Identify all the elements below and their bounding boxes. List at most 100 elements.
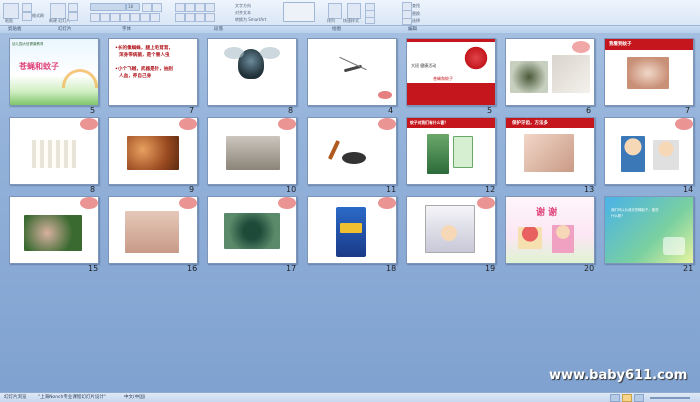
slide-note: 什么呢？ — [611, 214, 625, 218]
slide-text-line: 人血，养自己身 — [119, 74, 152, 79]
site-watermark: www.baby611.com — [549, 368, 688, 383]
slide-text-line: 浑身带病菌，是个害人虫 — [119, 53, 170, 58]
group-clipboard: 剪贴板 — [8, 27, 22, 32]
slide-number: 16 — [187, 264, 198, 273]
shrink-font-icon[interactable] — [152, 3, 162, 12]
replace-label[interactable]: 替换 — [412, 11, 420, 17]
char-spacing-icon[interactable] — [150, 13, 160, 22]
quick-styles-label: 快速样式 — [343, 18, 359, 23]
slide-header: 我们可以为消灭苍蝇蚊子，做些 — [611, 208, 659, 212]
slide-thumbnail[interactable]: •长的像蜘蛛，腿上毛茸茸， 浑身带病菌，是个害人虫 •小个飞贼，武器是针，抽别 … — [108, 38, 198, 106]
flower-decoration-icon — [179, 118, 197, 130]
shapes-gallery[interactable] — [283, 2, 315, 22]
slide-thumbnail[interactable] — [207, 38, 297, 106]
font-size-value: 18 — [128, 4, 134, 9]
slide-thumbnail[interactable] — [108, 117, 198, 185]
flower-decoration-icon — [378, 91, 392, 99]
text-direction-label[interactable]: 文字方向 — [235, 3, 251, 9]
layout-icon[interactable] — [68, 3, 78, 12]
format-painter-label[interactable]: 格式刷 — [32, 13, 44, 19]
sleeping-child-illustration — [441, 225, 457, 241]
font-name-select[interactable] — [90, 3, 126, 11]
slide-thumbnail[interactable] — [406, 196, 496, 264]
align-center-icon[interactable] — [185, 13, 195, 22]
slide-number: 10 — [286, 185, 297, 194]
align-text-label[interactable]: 对齐文本 — [235, 10, 251, 16]
slide-thumbnail[interactable] — [307, 196, 397, 264]
slide-number: 11 — [386, 185, 397, 194]
slide-thumbnail[interactable] — [604, 117, 694, 185]
paste-button[interactable] — [3, 3, 19, 19]
fly-wing-icon — [224, 47, 244, 59]
flower-decoration-icon — [463, 45, 489, 71]
justify-icon[interactable] — [205, 13, 215, 22]
slide-title: 谢 谢 — [536, 208, 558, 218]
reset-icon[interactable] — [68, 12, 78, 21]
shape-effects-icon[interactable] — [365, 17, 375, 24]
bold-icon[interactable] — [90, 13, 100, 22]
slide-thumbnail[interactable] — [207, 196, 297, 264]
status-theme: "上海Nonch专业课程幻灯片设计" — [38, 395, 106, 400]
smartart-label[interactable]: 转换为 SmartArt — [235, 17, 266, 23]
arrange-button[interactable] — [328, 3, 342, 19]
grow-font-icon[interactable] — [142, 3, 152, 12]
slide-number: 7 — [189, 106, 195, 115]
zoom-slider[interactable] — [650, 397, 690, 399]
slide-subtitle: 幼儿园大班健康教育 — [12, 42, 44, 46]
slide-bottom-band — [407, 83, 495, 105]
slide-number: 20 — [584, 264, 595, 273]
slide-thumbnail[interactable]: 我们可以为消灭苍蝇蚊子，做些 什么呢？ — [604, 196, 694, 264]
slide-thumbnail[interactable]: 大班 健康活动 苍蝇和蚊子 — [406, 38, 496, 106]
slide-thumbnail[interactable] — [307, 38, 397, 106]
slide-thumbnail[interactable] — [108, 196, 198, 264]
slide-thumbnail[interactable]: 幼儿园大班健康教育 苍蝇和蚊子 — [9, 38, 99, 106]
slide-thumbnail[interactable]: 我看到蚊子 — [604, 38, 694, 106]
bullets-icon[interactable] — [175, 3, 185, 12]
slide-thumbnail[interactable] — [505, 38, 595, 106]
slide-thumbnail[interactable] — [207, 117, 297, 185]
slide-thumbnail[interactable] — [9, 196, 99, 264]
indent-decrease-icon[interactable] — [195, 3, 205, 12]
group-font: 字体 — [122, 27, 131, 32]
shadow-icon[interactable] — [130, 13, 140, 22]
repellent-label — [340, 223, 362, 233]
find-label[interactable]: 查找 — [412, 3, 420, 9]
ribbon-group-labels: 剪贴板 幻灯片 字体 段落 绘图 编辑 — [0, 25, 700, 33]
slide-thumbnail[interactable] — [307, 117, 397, 185]
align-right-icon[interactable] — [195, 13, 205, 22]
align-left-icon[interactable] — [175, 13, 185, 22]
font-size-select[interactable]: 18 — [126, 3, 140, 11]
slide-number: 14 — [683, 185, 694, 194]
select-label[interactable]: 选择 — [412, 18, 420, 24]
strikethrough-icon[interactable] — [120, 13, 130, 22]
slide-thumbnail[interactable]: 谢 谢 — [505, 196, 595, 264]
fly-photo — [510, 61, 548, 93]
group-slides: 幻灯片 — [58, 27, 72, 32]
select-icon[interactable] — [402, 18, 412, 25]
arrange-label: 排列 — [327, 18, 335, 23]
indent-increase-icon[interactable] — [205, 3, 215, 12]
status-language: 中文(中国) — [124, 395, 146, 400]
copy-icon[interactable] — [22, 12, 32, 21]
slide-number: 5 — [90, 106, 96, 115]
slide-number: 12 — [485, 185, 496, 194]
new-slide-button[interactable] — [50, 3, 66, 19]
slide-number: 7 — [685, 106, 691, 115]
font-color-icon[interactable] — [140, 13, 150, 22]
slide-title: 苍蝇和蚊子 — [19, 62, 59, 71]
ribbon: 粘贴 格式刷 新建 幻灯片 18 文字方向 对齐文本 转换为 SmartArt … — [0, 0, 700, 33]
cut-icon[interactable] — [22, 3, 32, 12]
slide-number: 17 — [286, 264, 297, 273]
flower-decoration-icon — [477, 197, 495, 209]
slide-thumbnail[interactable]: 蚊子对我们有什么害？ — [406, 117, 496, 185]
flower-decoration-icon — [572, 41, 590, 53]
quick-styles-button[interactable] — [347, 3, 361, 19]
sign-illustration — [453, 136, 473, 168]
italic-icon[interactable] — [100, 13, 110, 22]
paste-label: 粘贴 — [5, 18, 13, 23]
slide-thumbnail[interactable] — [9, 117, 99, 185]
slide-thumbnail[interactable]: 保护牙齿，方法多 — [505, 117, 595, 185]
numbering-icon[interactable] — [185, 3, 195, 12]
underline-icon[interactable] — [110, 13, 120, 22]
poop-illustration — [342, 152, 366, 164]
